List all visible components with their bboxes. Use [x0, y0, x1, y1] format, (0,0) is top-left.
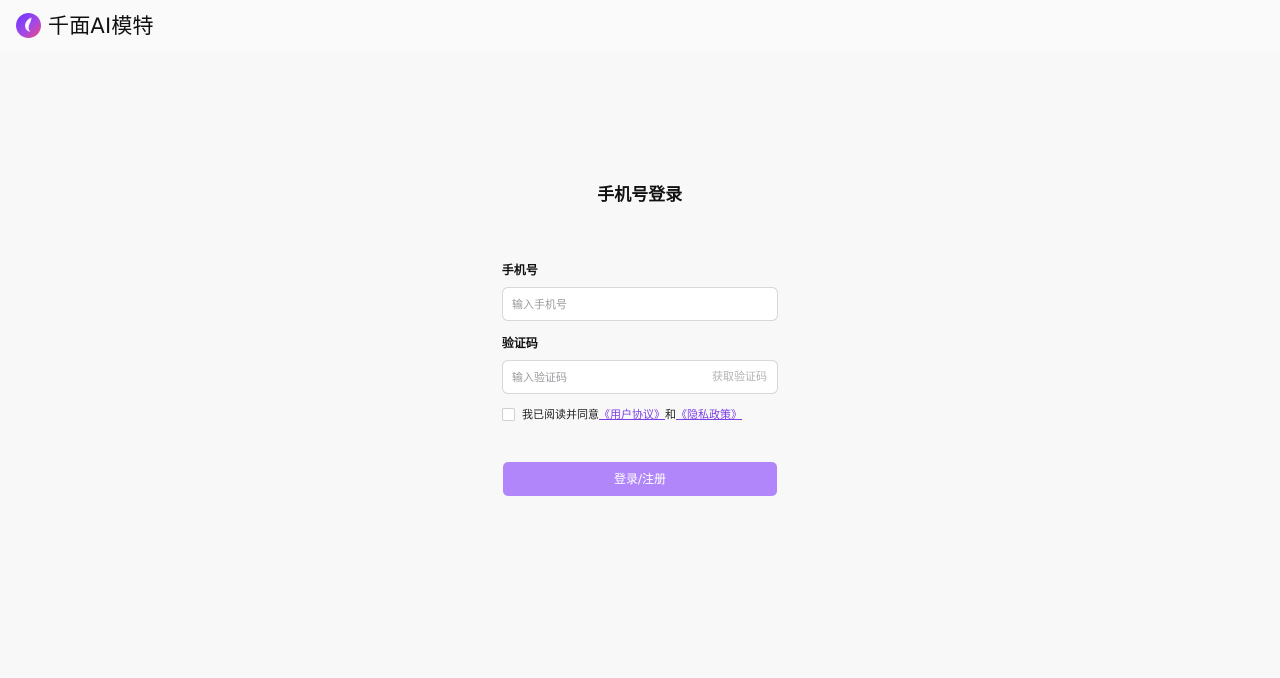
phone-label: 手机号 — [502, 263, 539, 277]
agreement-text: 我已阅读并同意《用户协议》和《隐私政策》 — [522, 406, 742, 422]
top-bar: 千面AI模特 — [0, 0, 1280, 52]
phone-field — [502, 287, 778, 321]
privacy-policy-link[interactable]: 《隐私政策》 — [676, 408, 742, 421]
agree-and: 和 — [665, 408, 676, 421]
brand-logo-icon[interactable] — [16, 13, 41, 38]
code-label: 验证码 — [502, 336, 539, 350]
agreement-row: 我已阅读并同意《用户协议》和《隐私政策》 — [502, 407, 742, 421]
agree-checkbox[interactable] — [502, 407, 515, 421]
user-agreement-link[interactable]: 《用户协议》 — [599, 408, 665, 421]
agree-prefix: 我已阅读并同意 — [522, 408, 599, 421]
code-field: 获取验证码 — [502, 360, 778, 394]
phone-input[interactable] — [512, 288, 702, 320]
get-code-button[interactable]: 获取验证码 — [712, 361, 767, 393]
brand-name: 千面AI模特 — [48, 14, 154, 38]
page-title: 手机号登录 — [597, 185, 683, 205]
login-register-button[interactable]: 登录/注册 — [503, 462, 777, 496]
code-input[interactable] — [512, 361, 702, 393]
